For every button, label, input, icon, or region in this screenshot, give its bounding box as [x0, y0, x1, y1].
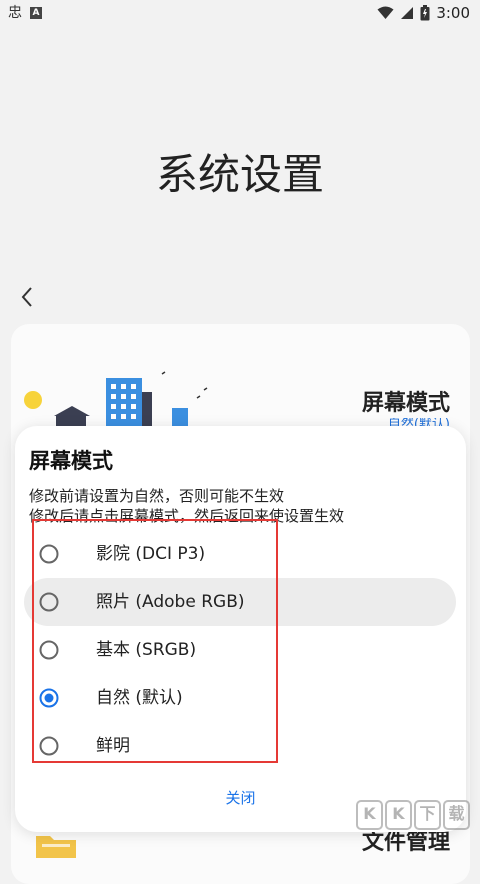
status-time: 3:00	[436, 4, 470, 22]
radio-unchecked-icon[interactable]	[39, 592, 59, 612]
watermark-char: K	[385, 800, 412, 830]
screen-mode-dialog: 屏幕模式 修改前请设置为自然，否则可能不生效 修改后请点击屏幕模式，然后返回来使…	[15, 426, 466, 832]
option-label: 照片 (Adobe RGB)	[96, 592, 245, 612]
dialog-hint-line-2: 修改后请点击屏幕模式，然后返回来使设置生效	[29, 507, 345, 525]
page-title: 系统设置	[155, 150, 324, 199]
radio-unchecked-icon[interactable]	[39, 640, 59, 660]
option-photo[interactable]: 照片 (Adobe RGB)	[24, 578, 456, 626]
back-arrow-icon[interactable]	[16, 284, 40, 310]
option-basic[interactable]: 基本 (SRGB)	[24, 626, 456, 674]
status-bar: 忠 A 3:00	[0, 0, 480, 26]
kk-download-watermark: K K 下 载	[356, 800, 470, 830]
option-label: 影院 (DCI P3)	[96, 544, 206, 564]
signal-icon	[401, 7, 414, 19]
dialog-title: 屏幕模式	[29, 449, 113, 473]
option-label: 鲜明	[96, 736, 130, 756]
radio-unchecked-icon[interactable]	[39, 544, 59, 564]
battery-icon	[420, 5, 430, 21]
dialog-hint-line-1: 修改前请设置为自然，否则可能不生效	[29, 487, 285, 505]
wifi-icon	[377, 6, 394, 19]
watermark-char: 下	[414, 800, 441, 830]
radio-checked-icon[interactable]	[39, 688, 59, 708]
a-notification-icon: A	[30, 7, 42, 19]
option-label: 自然 (默认)	[96, 688, 183, 708]
option-vivid[interactable]: 鲜明	[24, 722, 456, 770]
folder-icon	[36, 836, 76, 858]
status-bar-right: 3:00	[377, 3, 470, 23]
option-label: 基本 (SRGB)	[96, 640, 197, 660]
watermark-char: K	[356, 800, 383, 830]
radio-unchecked-icon[interactable]	[39, 736, 59, 756]
option-cinema[interactable]: 影院 (DCI P3)	[24, 530, 456, 578]
screen-mode-options: 影院 (DCI P3) 照片 (Adobe RGB) 基本 (SRGB) 自然 …	[24, 530, 456, 770]
app-notification-icon: 忠	[8, 5, 22, 21]
status-bar-left: 忠 A	[8, 4, 42, 22]
watermark-char: 载	[443, 800, 470, 830]
screen-mode-current-value: 自然(默认)	[387, 418, 450, 426]
screen-mode-title: 屏幕模式	[361, 391, 450, 416]
option-natural[interactable]: 自然 (默认)	[24, 674, 456, 722]
